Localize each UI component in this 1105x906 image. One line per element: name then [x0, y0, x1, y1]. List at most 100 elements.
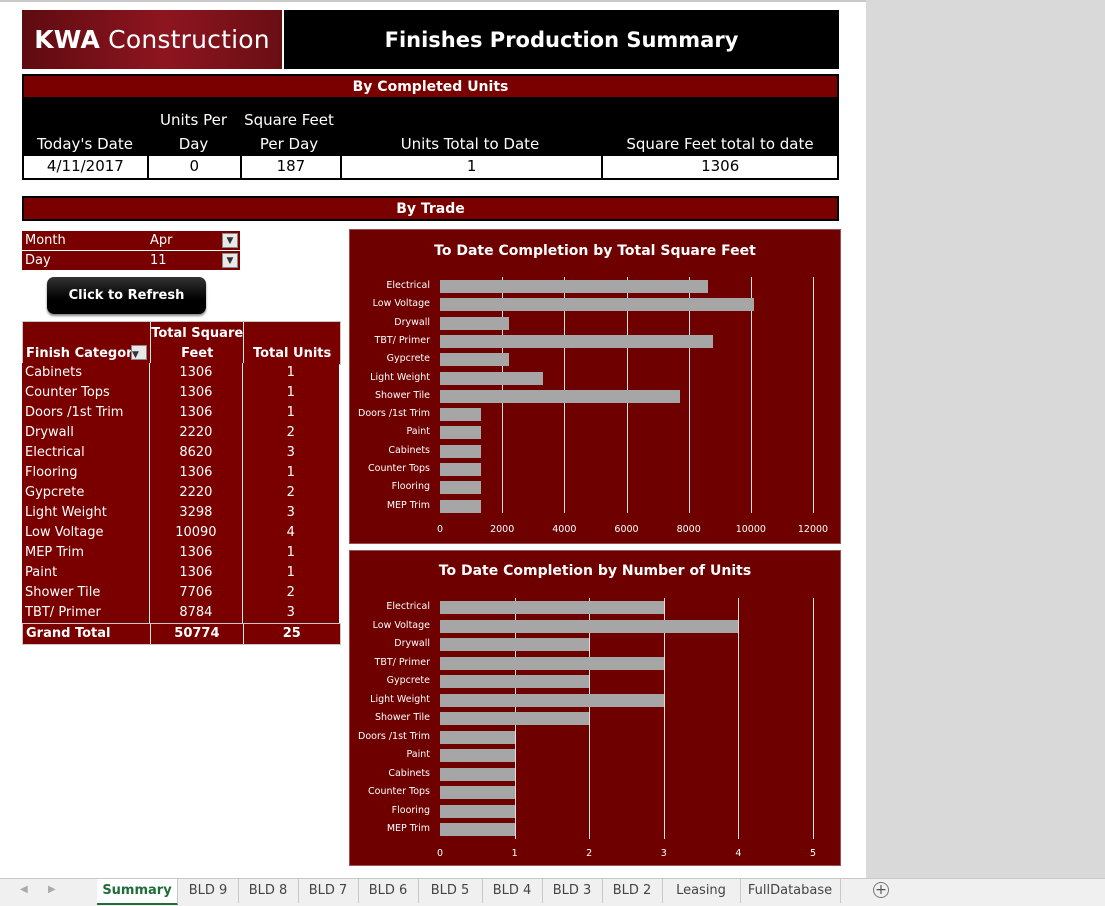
cell-category: Low Voltage: [22, 523, 151, 543]
bar[interactable]: [440, 712, 590, 725]
col-header-todays-date: Today's Date: [37, 135, 133, 153]
dropdown-icon[interactable]: ▼: [131, 345, 147, 360]
add-sheet-icon[interactable]: +: [873, 882, 889, 898]
filter-month-value: Apr: [150, 233, 173, 248]
bar[interactable]: [440, 353, 509, 367]
cell-square-feet: 1306: [150, 463, 243, 483]
filter-day[interactable]: Day 11 ▼: [22, 251, 240, 271]
sheet-tab[interactable]: Leasing: [662, 879, 741, 903]
sheet-tab[interactable]: BLD 2: [602, 879, 663, 903]
bar[interactable]: [440, 499, 481, 513]
bar[interactable]: [440, 389, 680, 403]
category-label: Gypcrete: [386, 675, 430, 686]
category-label: Doors /1st Trim: [358, 730, 430, 742]
value-todays-date[interactable]: 4/11/2017: [24, 156, 149, 178]
sheet-tab[interactable]: BLD 5: [418, 879, 483, 903]
bar[interactable]: [440, 749, 515, 762]
bar[interactable]: [440, 767, 515, 781]
x-tick-label: 8000: [676, 524, 701, 535]
bar[interactable]: [440, 730, 515, 744]
x-tick-label: 12000: [797, 524, 829, 535]
table-row[interactable]: Cabinets 1306 1: [22, 363, 339, 384]
bar[interactable]: [440, 675, 590, 688]
x-tick-label: 5: [809, 848, 817, 859]
cell-category: Doors /1st Trim: [22, 403, 151, 423]
filter-icon[interactable]: ▼: [222, 233, 238, 248]
category-label: Low Voltage: [372, 619, 430, 631]
filter-month[interactable]: Month Apr ▼: [22, 231, 240, 251]
header-sqft-line2: Feet: [181, 346, 214, 361]
table-row[interactable]: Drywall 2220 2: [22, 423, 339, 444]
table-row[interactable]: Shower Tile 7706 2: [22, 583, 339, 604]
bar[interactable]: [440, 638, 590, 651]
bar[interactable]: [440, 804, 515, 818]
table-row[interactable]: MEP Trim 1306 1: [22, 543, 339, 564]
bar[interactable]: [440, 656, 664, 670]
header-finish-category: Finish Category ▼: [23, 322, 152, 364]
scroll-left-icon[interactable]: ◀: [20, 884, 28, 895]
bar[interactable]: [440, 280, 708, 293]
table-row[interactable]: Counter Tops 1306 1: [22, 383, 339, 404]
table-row[interactable]: Light Weight 3298 3: [22, 503, 339, 524]
x-tick-label: 0: [436, 848, 444, 859]
category-label: Shower Tile: [374, 389, 430, 401]
grand-total-row[interactable]: Grand Total 50774 25: [22, 623, 341, 645]
category-label: Paint: [406, 749, 430, 760]
completed-units-section-title: By Completed Units: [22, 74, 839, 99]
bar[interactable]: [440, 298, 754, 312]
cell-units: 4: [286, 525, 295, 540]
sheet-tab[interactable]: Summary: [97, 879, 178, 905]
bar[interactable]: [440, 693, 664, 707]
x-tick-label: 4000: [552, 524, 577, 535]
chart-units[interactable]: To Date Completion by Number of Units 0 1…: [349, 550, 841, 866]
category-label: TBT/ Primer: [374, 656, 430, 668]
value-sqft-per-day[interactable]: 187: [242, 156, 342, 178]
cell-units: 1: [286, 565, 295, 580]
bar[interactable]: [440, 426, 481, 440]
bar[interactable]: [440, 619, 739, 633]
sheet-tab[interactable]: BLD 4: [482, 879, 543, 903]
cell-category: Flooring: [22, 463, 151, 483]
cell-square-feet: 1306: [150, 563, 243, 583]
category-label: MEP Trim: [386, 499, 430, 511]
value-units-per-day[interactable]: 0: [149, 156, 242, 178]
table-row[interactable]: TBT/ Primer 8784 3: [22, 603, 339, 624]
category-label: Light Weight: [370, 693, 430, 705]
bar[interactable]: [440, 463, 481, 476]
cell-square-feet: 1306: [150, 383, 243, 403]
scroll-right-icon[interactable]: ▶: [48, 884, 56, 895]
sheet-tab[interactable]: BLD 8: [238, 879, 299, 903]
cell-square-feet: 8620: [150, 443, 243, 463]
value-sqft-total[interactable]: 1306: [603, 156, 837, 178]
sheet-tab[interactable]: BLD 9: [178, 879, 239, 903]
bar[interactable]: [440, 316, 509, 330]
chart-title: To Date Completion by Number of Units: [438, 563, 752, 579]
filter-icon[interactable]: ▼: [222, 253, 238, 268]
table-row[interactable]: Gypcrete 2220 2: [22, 483, 339, 504]
refresh-button[interactable]: Click to Refresh: [47, 277, 206, 314]
value-units-total[interactable]: 1: [342, 156, 604, 178]
table-row[interactable]: Low Voltage 10090 4: [22, 523, 339, 544]
bar[interactable]: [440, 481, 481, 495]
sheet-tab[interactable]: FullDatabase: [740, 879, 841, 903]
sheet-tab[interactable]: BLD 3: [542, 879, 603, 903]
table-row[interactable]: Paint 1306 1: [22, 563, 339, 584]
sheet-tab[interactable]: BLD 7: [298, 879, 359, 903]
bar[interactable]: [440, 823, 515, 836]
category-label: Counter Tops: [368, 463, 430, 474]
bar[interactable]: [440, 444, 481, 458]
bar[interactable]: [440, 786, 515, 799]
bar[interactable]: [440, 408, 481, 422]
cell-category: MEP Trim: [22, 543, 151, 563]
table-row[interactable]: Doors /1st Trim 1306 1: [22, 403, 339, 424]
chart-sqft[interactable]: To Date Completion by Total Square Feet …: [349, 229, 841, 544]
cell-grand-total-sqft: 50774: [151, 624, 244, 644]
gridline: [589, 598, 591, 839]
bar[interactable]: [440, 371, 543, 385]
bar[interactable]: [440, 334, 714, 348]
sheet-tab[interactable]: BLD 6: [358, 879, 419, 903]
cell-category: Counter Tops: [22, 383, 151, 403]
bar[interactable]: [440, 601, 664, 614]
table-row[interactable]: Flooring 1306 1: [22, 463, 339, 484]
table-row[interactable]: Electrical 8620 3: [22, 443, 339, 464]
